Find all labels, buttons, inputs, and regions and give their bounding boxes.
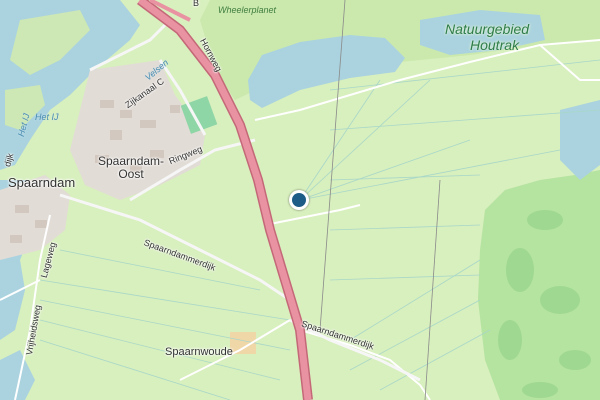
location-marker-icon[interactable] (289, 190, 309, 210)
map-view[interactable]: Natuurgebied Houtrak Wheelerplanet B Spa… (0, 0, 600, 400)
location-dot-icon (292, 193, 306, 207)
